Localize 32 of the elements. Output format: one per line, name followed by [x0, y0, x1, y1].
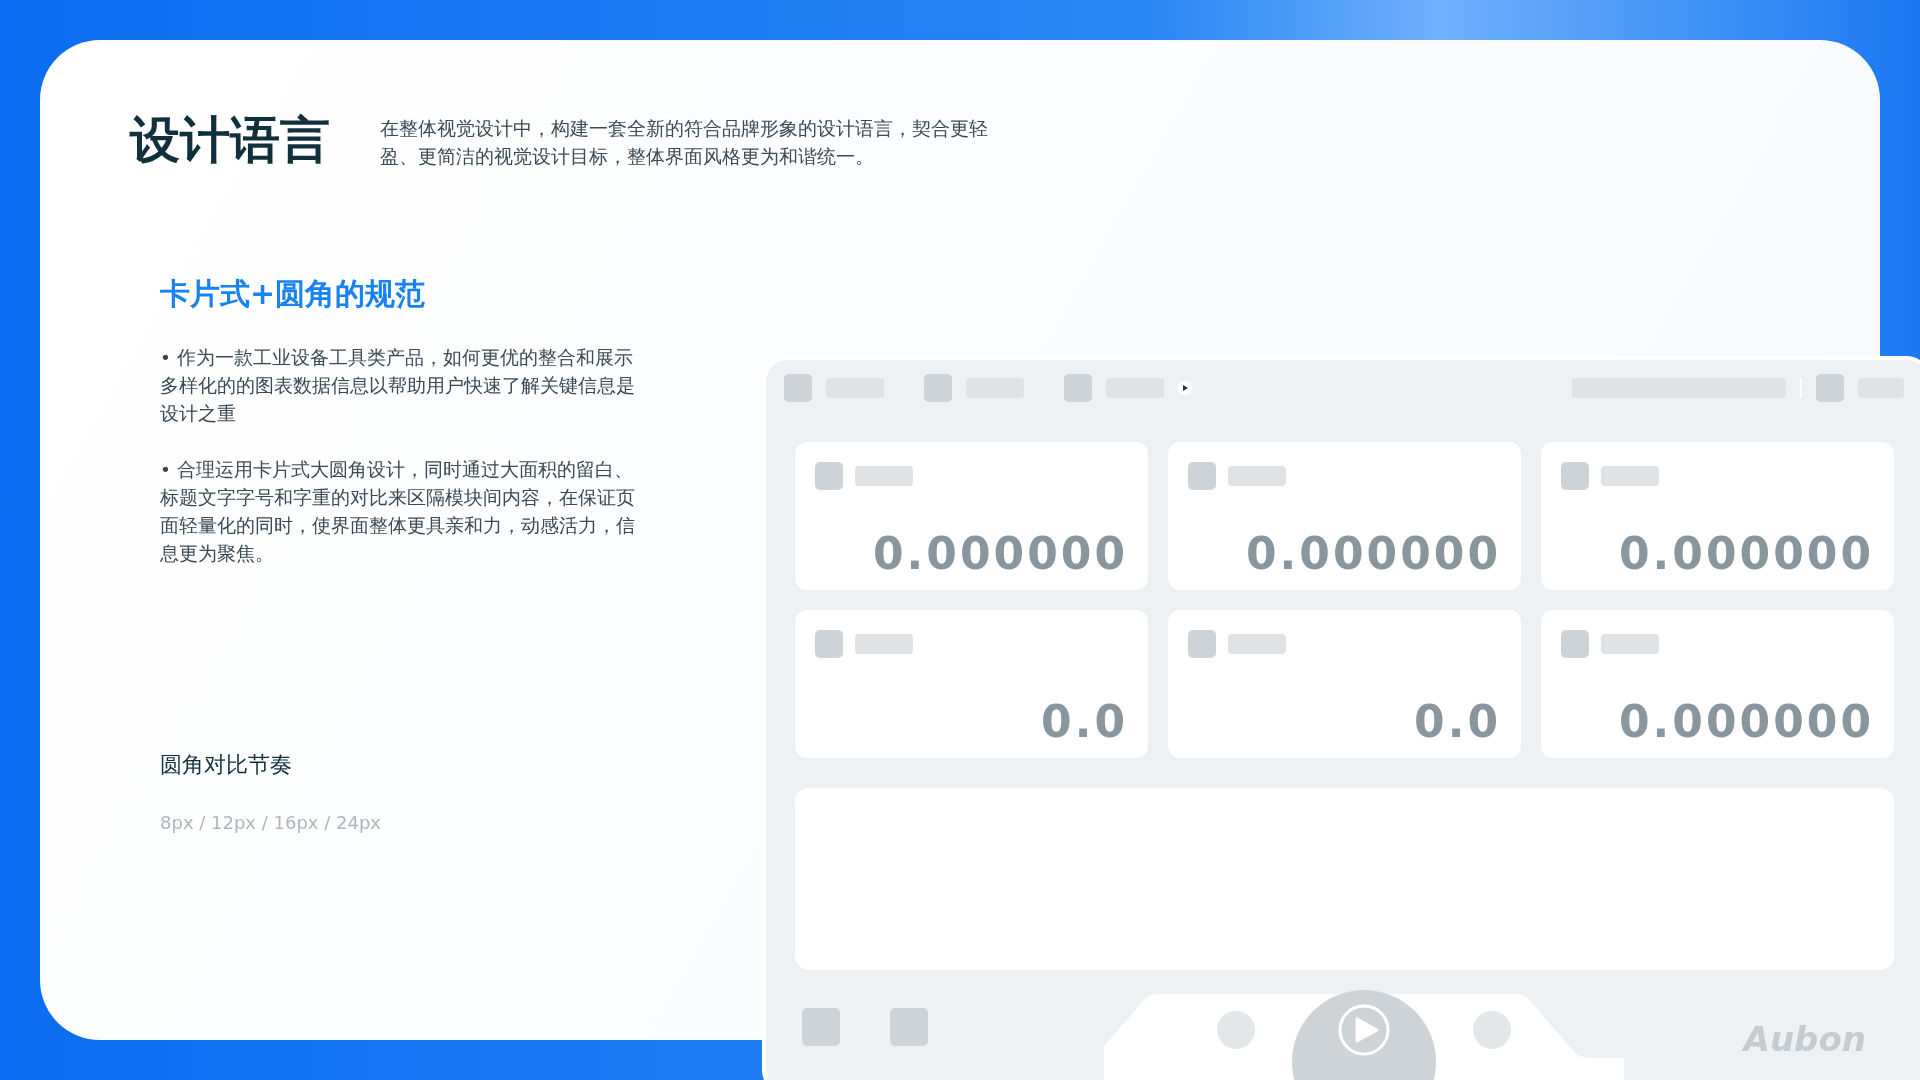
section-title: 卡片式+圆角的规范 [160, 275, 427, 313]
skeleton-square [1816, 374, 1844, 402]
metric-value: 0.000000 [1245, 532, 1501, 576]
bullet-paragraph: • 合理运用卡片式大圆角设计，同时通过大面积的留白、标题文字字号和字重的对比来区隔模块间内容，在保证页面轻量化的同时，使界面整体更具亲和力，动感活力，信息更为聚焦。 [160, 458, 636, 566]
skeleton-square [1561, 462, 1589, 490]
skeleton-square [924, 374, 952, 402]
rhythm-values: 8px / 12px / 16px / 24px [160, 811, 382, 835]
skeleton-bar [855, 466, 913, 486]
rhythm-title: 圆角对比节奏 [160, 751, 293, 779]
metric-value: 0.000000 [1618, 532, 1874, 576]
skeleton-square [1188, 630, 1216, 658]
play-small-icon[interactable] [1178, 381, 1192, 395]
metric-value: 0.0 [1041, 700, 1128, 744]
metric-value: 0.000000 [1618, 700, 1874, 744]
skeleton-square [784, 374, 812, 402]
skeleton-bar [1228, 466, 1286, 486]
skeleton-square [890, 1008, 928, 1046]
skeleton-square [1561, 630, 1589, 658]
page-title: 设计语言 [130, 115, 330, 165]
skeleton-square [1064, 374, 1092, 402]
bullet-paragraph: • 作为一款工业设备工具类产品，如何更优的整合和展示多样化的的图表数据信息以帮助用户快速了解关键信息是设计之重 [160, 346, 636, 426]
metric-value: 0.0 [1414, 700, 1501, 744]
skeleton-bar [1228, 634, 1286, 654]
description-text: 在整体视觉设计中，构建一套全新的符合品牌形象的设计语言，契合更轻盈、更简洁的视觉设计目标，整体界面风格更为和谐统一。 [380, 117, 989, 169]
skeleton-square [815, 630, 843, 658]
skeleton-bar [1601, 634, 1659, 654]
skeleton-square [1188, 462, 1216, 490]
metric-value: 0.000000 [872, 532, 1128, 576]
skeleton-bar [855, 634, 913, 654]
skeleton-square [815, 462, 843, 490]
skeleton-square [802, 1008, 840, 1046]
skeleton-bar [1601, 466, 1659, 486]
